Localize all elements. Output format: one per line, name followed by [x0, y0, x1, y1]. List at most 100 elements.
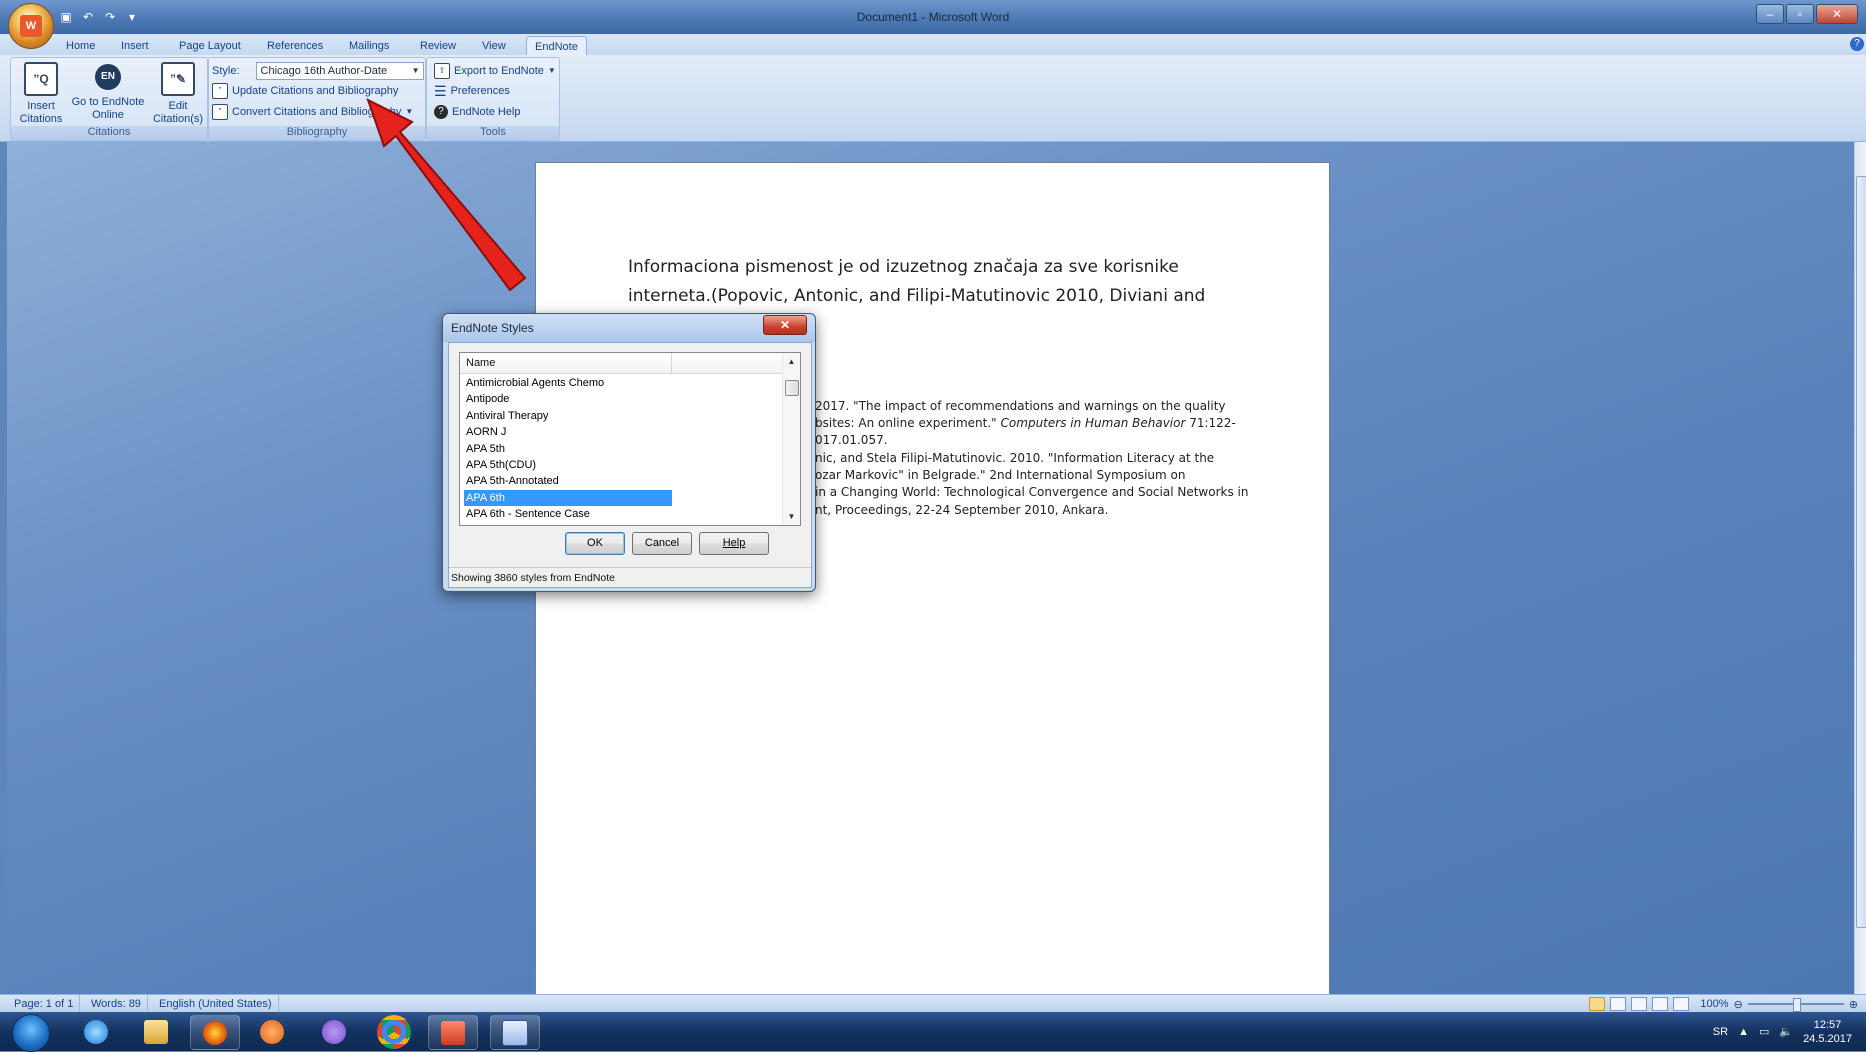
- tray-expand-icon[interactable]: ▲: [1738, 1026, 1749, 1038]
- column-header-name[interactable]: Name: [460, 353, 672, 373]
- file-explorer-icon[interactable]: [132, 1015, 180, 1048]
- list-scrollbar[interactable]: ▲ ▼: [782, 353, 800, 525]
- zoom-slider[interactable]: [1747, 998, 1844, 1012]
- list-item[interactable]: Antimicrobial Agents Chemo: [464, 375, 672, 391]
- zoom-level[interactable]: 100%: [1700, 998, 1728, 1010]
- word-count[interactable]: Words: 89: [85, 995, 148, 1013]
- insert-citations-button[interactable]: ”Q Insert Citations: [15, 60, 67, 126]
- tab-insert[interactable]: Insert: [113, 36, 157, 56]
- internet-explorer-icon[interactable]: [72, 1015, 120, 1048]
- word-icon[interactable]: [490, 1015, 540, 1050]
- zoom-controls: 100% ⊖ ⊕: [1589, 997, 1858, 1012]
- undo-icon[interactable]: ↶: [80, 9, 96, 25]
- viber-icon[interactable]: [310, 1015, 358, 1048]
- edit-citation-icon: ”✎: [161, 62, 195, 96]
- list-item[interactable]: Antipode: [464, 391, 672, 407]
- web-layout-view-icon[interactable]: [1631, 997, 1648, 1011]
- zoom-slider-thumb[interactable]: [1792, 998, 1801, 1012]
- tab-review[interactable]: Review: [412, 36, 464, 56]
- endnote-styles-dialog: EndNote Styles ✕ Name Antimicrobial Agen…: [442, 313, 816, 592]
- paragraph-line-1: Informaciona pismenost je od izuzetnog z…: [628, 257, 1179, 277]
- clock-time: 12:57: [1813, 1018, 1842, 1031]
- scroll-up-icon[interactable]: ▲: [783, 353, 800, 370]
- list-item[interactable]: APA 5th: [464, 441, 672, 457]
- list-item[interactable]: APA 5th(CDU): [464, 457, 672, 473]
- paragraph-line-2: interneta.(Popovic, Antonic, and Filipi-…: [628, 286, 1206, 306]
- clock[interactable]: 12:57 24.5.2017: [1803, 1018, 1852, 1046]
- reference-line-5: ozar Markovic" in Belgrade." 2nd Interna…: [815, 468, 1186, 482]
- list-item[interactable]: APA 6th - Sentence Case: [464, 506, 672, 522]
- ok-button[interactable]: OK: [565, 532, 625, 555]
- tab-references[interactable]: References: [259, 36, 331, 56]
- goto-endnote-label: Go to EndNote: [71, 96, 145, 108]
- dialog-title: EndNote Styles: [451, 321, 534, 335]
- tab-view[interactable]: View: [474, 36, 514, 56]
- firefox-icon[interactable]: [190, 1015, 240, 1050]
- list-header: Name: [460, 353, 783, 374]
- ribbon-tabs: Home Insert Page Layout References Maili…: [0, 34, 1866, 57]
- insert-citations-label-2: Citations: [19, 113, 63, 125]
- redo-icon[interactable]: ↷: [102, 9, 118, 25]
- dialog-body: Name Antimicrobial Agents Chemo Antipode…: [448, 342, 812, 588]
- media-player-icon: [260, 1019, 284, 1044]
- zoom-in-icon[interactable]: ⊕: [1849, 998, 1858, 1011]
- tab-mailings[interactable]: Mailings: [341, 36, 397, 56]
- media-player-icon[interactable]: [248, 1015, 296, 1048]
- help-button[interactable]: Help: [699, 532, 769, 555]
- office-logo-icon: W: [20, 15, 42, 37]
- clock-date: 24.5.2017: [1803, 1032, 1852, 1045]
- list-item[interactable]: APA 5th-Annotated: [464, 473, 672, 489]
- edit-citations-button[interactable]: ”✎ Edit Citation(s): [151, 60, 205, 126]
- dialog-status-text: Showing 3860 styles from EndNote: [449, 567, 811, 587]
- style-select[interactable]: Chicago 16th Author-Date ▼: [255, 62, 424, 80]
- export-to-endnote-button[interactable]: ⇪ Export to EndNote ▼: [434, 62, 556, 80]
- page-count[interactable]: Page: 1 of 1: [8, 995, 81, 1013]
- full-screen-view-icon[interactable]: [1610, 997, 1627, 1011]
- save-icon[interactable]: ▣: [58, 9, 74, 25]
- close-button[interactable]: ✕: [1816, 4, 1858, 24]
- minimize-button[interactable]: –: [1756, 4, 1784, 24]
- volume-icon[interactable]: 🔈: [1779, 1025, 1793, 1038]
- citations-group-label: Citations: [11, 126, 207, 140]
- reference-line-2-text: bsites: An online experiment.": [815, 416, 997, 430]
- print-layout-view-icon[interactable]: [1589, 997, 1606, 1011]
- scroll-thumb[interactable]: [1856, 176, 1866, 928]
- start-button[interactable]: [12, 1014, 50, 1052]
- styles-listbox[interactable]: Name Antimicrobial Agents Chemo Antipode…: [459, 352, 801, 526]
- help-icon[interactable]: ?: [1850, 37, 1864, 51]
- tab-page-layout[interactable]: Page Layout: [171, 36, 249, 56]
- insert-citation-icon: ”Q: [24, 62, 58, 96]
- draft-view-icon[interactable]: [1673, 997, 1690, 1011]
- tab-home[interactable]: Home: [58, 36, 103, 56]
- reference-line-2: bsites: An online experiment." Computers…: [815, 416, 1236, 430]
- goto-endnote-online-button[interactable]: EN Go to EndNote Online: [67, 60, 149, 122]
- scroll-down-icon[interactable]: ▼: [783, 508, 800, 525]
- window-title: Document1 - Microsoft Word: [856, 10, 1010, 24]
- style-label: Style:: [212, 65, 240, 77]
- list-scroll-thumb[interactable]: [785, 380, 799, 396]
- vertical-scrollbar[interactable]: [1854, 142, 1866, 994]
- list-item-selected[interactable]: APA 6th: [464, 489, 672, 507]
- language-indicator[interactable]: English (United States): [153, 995, 279, 1013]
- chrome-icon[interactable]: [370, 1014, 418, 1049]
- cancel-button[interactable]: Cancel: [632, 532, 692, 555]
- list-item[interactable]: AORN J: [464, 424, 672, 440]
- list-item[interactable]: Antiviral Therapy: [464, 408, 672, 424]
- outline-view-icon[interactable]: [1652, 997, 1669, 1011]
- dialog-title-bar[interactable]: EndNote Styles ✕: [443, 314, 815, 342]
- dialog-close-icon[interactable]: ✕: [763, 315, 807, 335]
- reference-journal: Computers in Human Behavior: [1000, 416, 1186, 430]
- viber-icon: [322, 1019, 346, 1044]
- tab-endnote[interactable]: EndNote: [526, 36, 587, 57]
- red-annotation-arrow: [366, 98, 527, 292]
- network-icon[interactable]: ▭: [1759, 1025, 1769, 1038]
- office-button[interactable]: W: [8, 3, 54, 49]
- ribbon: ”Q Insert Citations EN Go to EndNote Onl…: [0, 55, 1866, 142]
- zoom-out-icon[interactable]: ⊖: [1734, 998, 1743, 1011]
- endnote-icon[interactable]: [428, 1015, 478, 1050]
- system-tray: SR ▲ ▭ 🔈 12:57 24.5.2017: [1713, 1012, 1852, 1051]
- language-tray[interactable]: SR: [1713, 1026, 1728, 1038]
- maximize-button[interactable]: ▫: [1786, 4, 1814, 24]
- customize-qat-icon[interactable]: ▾: [124, 9, 140, 25]
- convert-citations-icon: ”: [212, 104, 228, 120]
